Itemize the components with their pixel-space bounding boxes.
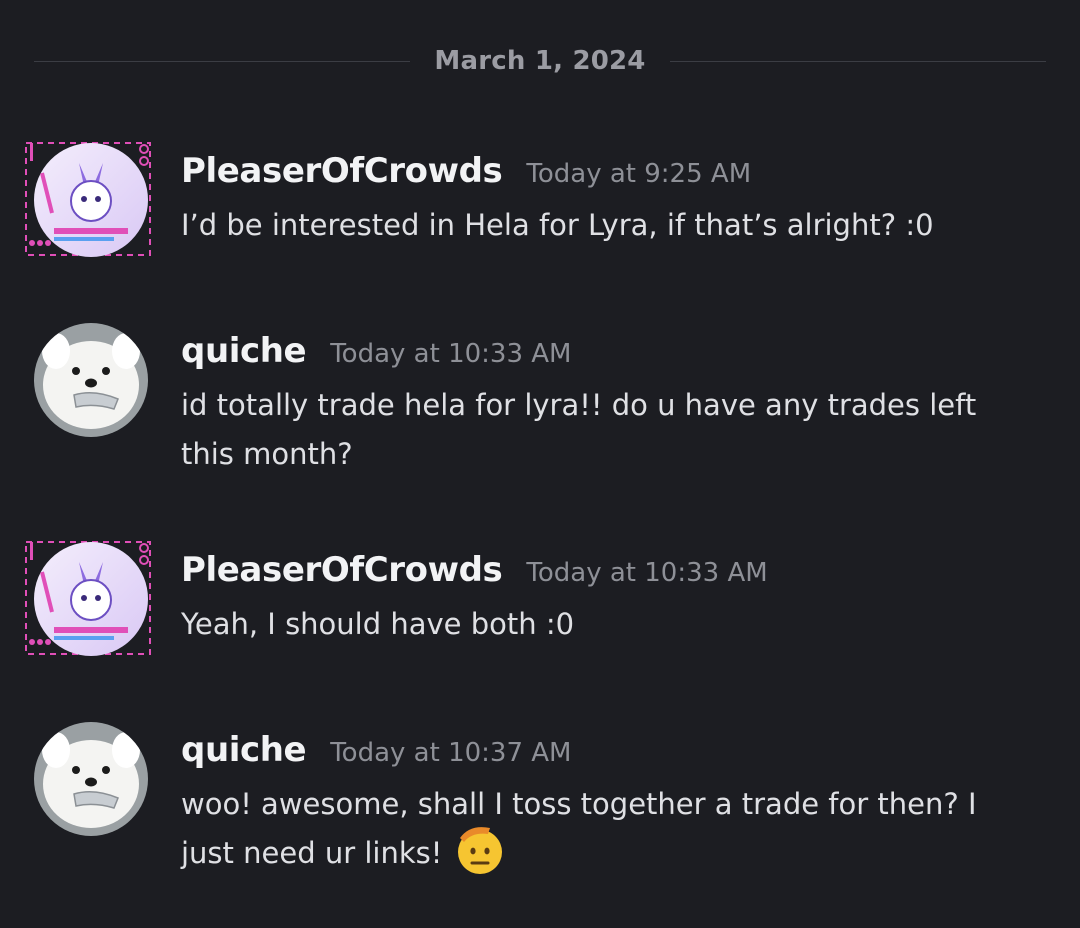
username[interactable]: PleaserOfCrowds — [181, 151, 503, 191]
white-dog-avatar-icon — [34, 722, 148, 836]
date-divider: March 1, 2024 — [34, 40, 1047, 82]
username[interactable]: PleaserOfCrowds — [181, 550, 503, 590]
message-line: woo! awesome, shall I toss together a tr… — [181, 787, 977, 821]
avatar[interactable] — [34, 542, 148, 656]
date-divider-label: March 1, 2024 — [434, 46, 646, 76]
timestamp: Today at 10:33 AM — [330, 339, 572, 369]
message-line: this month? — [181, 437, 353, 471]
message-header: PleaserOfCrowds Today at 9:25 AM — [181, 151, 751, 191]
message-line: id totally trade hela for lyra!! do u ha… — [181, 388, 977, 422]
message-header: quiche Today at 10:33 AM — [181, 331, 571, 371]
avatar[interactable] — [34, 323, 148, 437]
message-line: Yeah, I should have both :0 — [181, 607, 575, 641]
message-header: PleaserOfCrowds Today at 10:33 AM — [181, 550, 768, 590]
message-line: I’d be interested in Hela for Lyra, if t… — [181, 208, 934, 242]
message-content: I’d be interested in Hela for Lyra, if t… — [181, 201, 1021, 250]
anime-character-avatar-icon — [34, 143, 148, 257]
avatar[interactable] — [34, 722, 148, 836]
message-content: woo! awesome, shall I toss together a tr… — [181, 780, 1021, 878]
avatar[interactable] — [34, 143, 148, 257]
anime-character-avatar-icon — [34, 542, 148, 656]
username[interactable]: quiche — [181, 730, 307, 770]
message-header: quiche Today at 10:37 AM — [181, 730, 571, 770]
message-content: Yeah, I should have both :0 — [181, 600, 1021, 649]
white-dog-avatar-icon — [34, 323, 148, 437]
divider-line-right — [669, 60, 1047, 62]
timestamp: Today at 10:37 AM — [330, 738, 572, 768]
divider-line-left — [34, 60, 411, 62]
message-content: id totally trade hela for lyra!! do u ha… — [181, 381, 1021, 479]
saluting-face-emoji-icon — [458, 827, 503, 874]
message-line: just need ur links! — [181, 836, 443, 870]
timestamp: Today at 10:33 AM — [526, 558, 768, 588]
message-line-with-emoji: just need ur links! — [181, 827, 1021, 878]
username[interactable]: quiche — [181, 331, 307, 371]
timestamp: Today at 9:25 AM — [526, 159, 752, 189]
